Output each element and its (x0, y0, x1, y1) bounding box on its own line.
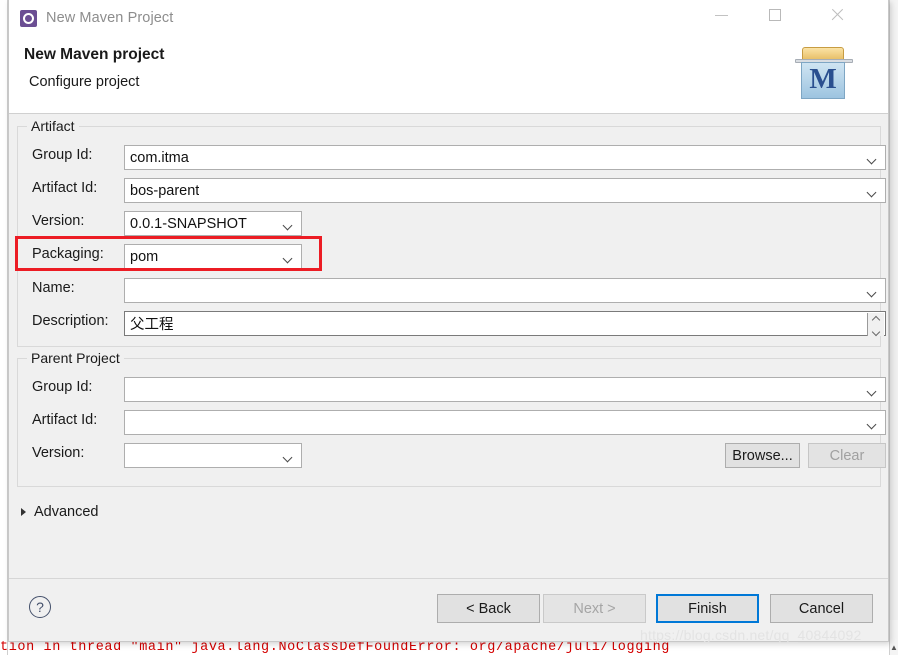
chevron-down-icon[interactable] (868, 388, 877, 393)
artifact-name-label: Name: (32, 280, 75, 296)
artifact-version-input[interactable]: 0.0.1-SNAPSHOT (124, 211, 302, 236)
artifact-group-id-label: Group Id: (32, 147, 93, 163)
minimize-icon (714, 14, 728, 16)
artifact-group-id-value: com.itma (130, 149, 189, 166)
next-button[interactable]: Next > (543, 594, 646, 623)
chevron-down-icon[interactable] (868, 289, 877, 294)
parent-group-id-label: Group Id: (32, 379, 93, 395)
parent-clear-button[interactable]: Clear (808, 443, 886, 468)
parent-artifact-id-input[interactable] (124, 410, 886, 435)
artifact-group-legend: Artifact (27, 118, 79, 134)
watermark-text: https://blog.csdn.net/qq_40844092 (640, 627, 862, 643)
spinner-down-icon[interactable] (872, 328, 880, 333)
chevron-down-icon[interactable] (868, 189, 877, 194)
artifact-artifact-id-row: Artifact Id: bos-parent (18, 178, 886, 204)
back-button-label: < Back (466, 600, 511, 617)
dialog-title: New Maven Project (46, 10, 174, 26)
parent-group-id-input[interactable] (124, 377, 886, 402)
artifact-name-input[interactable] (124, 278, 886, 303)
advanced-label: Advanced (34, 504, 99, 520)
close-button[interactable] (814, 0, 860, 30)
wizard-header: New Maven project Configure project M (9, 36, 888, 114)
artifact-artifact-id-label: Artifact Id: (32, 180, 98, 196)
page-subtitle: Configure project (29, 74, 140, 90)
maven-wizard-icon (20, 9, 37, 27)
cancel-button[interactable]: Cancel (770, 594, 873, 623)
help-button[interactable]: ? (29, 596, 51, 618)
artifact-description-label: Description: (32, 313, 109, 329)
artifact-packaging-input[interactable]: pom (124, 244, 302, 269)
artifact-artifact-id-input[interactable]: bos-parent (124, 178, 886, 203)
advanced-section-toggle[interactable]: Advanced (21, 504, 99, 520)
parent-version-row: Version: Browse... Clear (18, 443, 886, 469)
parent-artifact-id-label: Artifact Id: (32, 412, 98, 428)
dialog-titlebar: New Maven Project (9, 0, 888, 36)
artifact-description-value: 父工程 (130, 317, 174, 333)
artifact-version-row: Version: 0.0.1-SNAPSHOT (18, 211, 880, 237)
parent-project-group: Parent Project Group Id: Artifact Id: Ve… (17, 350, 886, 487)
maximize-icon (769, 9, 781, 21)
artifact-description-input[interactable]: 父工程 (124, 311, 886, 336)
artifact-group-id-row: Group Id: com.itma (18, 145, 886, 171)
close-icon (830, 8, 844, 22)
artifact-packaging-value: pom (130, 248, 159, 265)
artifact-name-row: Name: (18, 278, 886, 304)
artifact-artifact-id-value: bos-parent (130, 182, 200, 199)
chevron-down-icon[interactable] (284, 454, 293, 459)
artifact-group: Artifact Group Id: com.itma Artifact Id:… (17, 118, 886, 347)
help-glyph: ? (36, 599, 44, 615)
chevron-right-icon (21, 508, 26, 516)
minimize-button[interactable] (698, 0, 744, 30)
page-title: New Maven project (24, 46, 165, 63)
artifact-version-value: 0.0.1-SNAPSHOT (130, 215, 247, 232)
parent-version-label: Version: (32, 445, 85, 461)
background-left-panel (0, 0, 8, 655)
parent-clear-label: Clear (829, 447, 865, 464)
artifact-packaging-label: Packaging: (32, 246, 104, 262)
artifact-group-id-input[interactable]: com.itma (124, 145, 886, 170)
cancel-button-label: Cancel (798, 600, 845, 617)
spinner-up-icon[interactable] (872, 316, 880, 321)
parent-browse-label: Browse... (732, 447, 793, 464)
wizard-content: Artifact Group Id: com.itma Artifact Id:… (9, 114, 888, 578)
parent-project-group-legend: Parent Project (27, 350, 124, 366)
description-spinner[interactable] (867, 313, 884, 336)
artifact-version-label: Version: (32, 213, 85, 229)
background-scrollbar[interactable] (890, 120, 898, 620)
chevron-down-icon[interactable] (284, 255, 293, 260)
finish-button-label: Finish (688, 600, 727, 617)
artifact-packaging-row: Packaging: pom (18, 244, 880, 270)
back-button[interactable]: < Back (437, 594, 540, 623)
maven-letter: M (809, 63, 837, 95)
parent-version-input[interactable] (124, 443, 302, 468)
parent-browse-button[interactable]: Browse... (725, 443, 800, 468)
maximize-button[interactable] (752, 0, 798, 30)
chevron-down-icon[interactable] (868, 421, 877, 426)
finish-button[interactable]: Finish (656, 594, 759, 623)
artifact-description-row: Description: 父工程 (18, 311, 886, 337)
maven-banner-icon: M (793, 41, 855, 103)
next-button-label: Next > (573, 600, 616, 617)
parent-group-id-row: Group Id: (18, 377, 886, 403)
chevron-down-icon[interactable] (284, 222, 293, 227)
new-maven-project-dialog: New Maven Project New Maven project Conf… (8, 0, 889, 642)
folder-body-shape: M (801, 62, 845, 99)
chevron-down-icon[interactable] (868, 156, 877, 161)
parent-artifact-id-row: Artifact Id: (18, 410, 886, 436)
